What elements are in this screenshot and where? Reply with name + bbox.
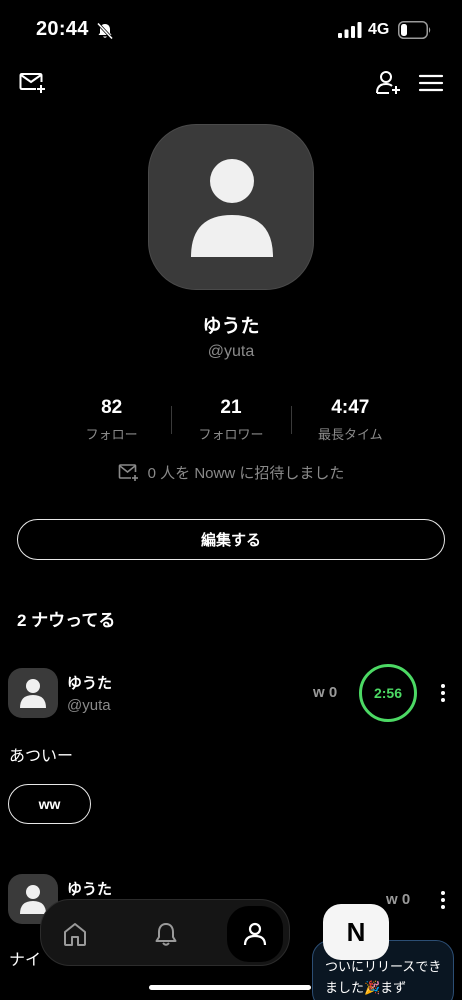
bell-off-icon [96, 22, 114, 40]
network-label: 4G [368, 21, 390, 38]
menu-icon [418, 74, 444, 92]
menu-button[interactable] [416, 68, 446, 98]
stat-label: フォロワー [198, 427, 264, 442]
stat-value: 21 [220, 397, 242, 418]
profile-display-name: ゆうた [202, 316, 260, 337]
mail-plus-icon [118, 463, 138, 481]
profile-avatar[interactable] [148, 124, 314, 290]
post-avatar[interactable] [8, 668, 58, 718]
post-text: あついー [9, 748, 74, 765]
profile-handle: @yuta [207, 343, 255, 360]
stat-following[interactable]: 82 フォロー [52, 396, 171, 448]
reaction-count[interactable]: w 0 [386, 891, 410, 908]
tab-profile[interactable] [227, 906, 283, 962]
promo-text: ついにリリースできました🎉まず [325, 959, 442, 995]
user-silhouette-icon [20, 679, 46, 708]
edit-profile-button[interactable]: 編集する [17, 519, 445, 560]
bell-icon [155, 923, 177, 946]
status-bar: 20:44 4G [0, 0, 462, 60]
user-plus-icon [376, 71, 400, 94]
now-section-title: 2 ナウってる [17, 611, 116, 630]
more-options-icon[interactable] [436, 682, 450, 704]
noww-badge[interactable]: N [323, 904, 389, 960]
tab-notifications[interactable] [138, 906, 194, 962]
post-author-name[interactable]: ゆうた [67, 878, 112, 899]
add-user-button[interactable] [374, 68, 404, 98]
post-author-handle: @yuta [67, 697, 111, 714]
invite-count-text: 0 人を Noww に招待しました [147, 465, 345, 482]
post-item: ゆうた @yuta w 0 2:56 あついー ww [0, 660, 462, 840]
home-icon [64, 923, 86, 946]
ww-reaction-chip[interactable]: ww [8, 784, 91, 824]
status-time: 20:44 [36, 18, 89, 40]
bottom-tab-bar [40, 899, 290, 966]
invite-mail-button[interactable] [18, 68, 48, 98]
profile-stats: 82 フォロー 21 フォロワー 4:47 最長タイム [52, 396, 410, 448]
stat-label: 最長タイム [317, 427, 383, 442]
stat-value: 4:47 [331, 397, 370, 418]
home-indicator [149, 985, 311, 990]
stat-longest-time: 4:47 最長タイム [290, 396, 410, 448]
user-icon [243, 922, 267, 946]
now-timer: 2:56 [359, 664, 417, 722]
stat-label: フォロー [85, 427, 138, 442]
mail-plus-icon [19, 73, 45, 93]
more-options-icon[interactable] [436, 889, 450, 911]
timer-value: 2:56 [373, 685, 403, 701]
signal-icon [338, 22, 362, 38]
stat-followers[interactable]: 21 フォロワー [171, 396, 290, 448]
stat-value: 82 [101, 397, 123, 418]
user-silhouette-icon [191, 159, 273, 257]
tab-home[interactable] [47, 906, 103, 962]
post-text: ナイ [9, 952, 42, 969]
reaction-count[interactable]: w 0 [313, 684, 337, 701]
battery-icon [398, 21, 431, 39]
invite-count-row[interactable]: 0 人を Noww に招待しました [0, 462, 462, 483]
post-author-name[interactable]: ゆうた [67, 672, 112, 693]
